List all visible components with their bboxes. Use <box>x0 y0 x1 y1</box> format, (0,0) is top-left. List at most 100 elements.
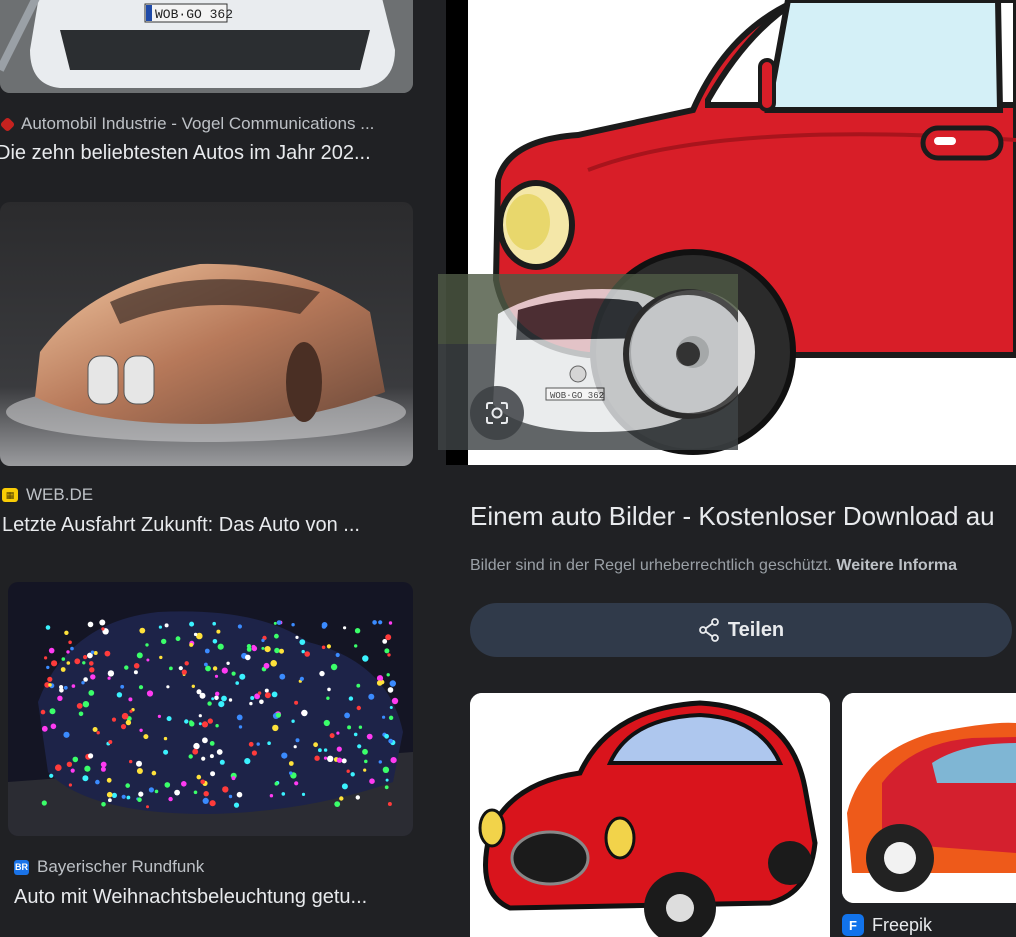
light-dot <box>219 759 225 765</box>
light-dot <box>154 789 159 794</box>
light-dot <box>378 760 382 764</box>
light-dot <box>364 759 368 764</box>
light-dot <box>61 657 66 661</box>
source-label: WEB.DE <box>26 485 94 504</box>
light-dot <box>288 761 294 766</box>
light-dot <box>66 661 71 665</box>
light-dot <box>70 768 75 773</box>
result-image-2[interactable] <box>0 202 413 466</box>
light-dot <box>178 666 183 671</box>
light-dot <box>369 778 375 784</box>
light-dot <box>259 699 264 705</box>
light-dot <box>341 783 348 790</box>
light-dot <box>136 760 142 767</box>
light-dot <box>88 753 94 759</box>
lens-icon[interactable] <box>470 386 524 440</box>
light-dot <box>330 663 338 671</box>
light-dot <box>291 623 295 627</box>
preview-title[interactable]: Einem auto Bilder - Kostenloser Download… <box>470 501 995 532</box>
result-source-3[interactable]: BR Bayerischer Rundfunk <box>14 857 204 877</box>
light-dot <box>88 690 95 696</box>
light-dot <box>181 669 187 675</box>
light-dot <box>164 782 171 788</box>
light-dot <box>301 649 305 654</box>
light-dot <box>249 701 253 706</box>
light-dot <box>384 785 389 790</box>
result-source-1[interactable]: Automobil Industrie - Vogel Communicatio… <box>0 114 374 134</box>
light-dot <box>327 755 334 762</box>
light-dot <box>343 626 347 630</box>
light-dot <box>387 802 392 806</box>
light-dot <box>326 696 330 700</box>
light-dot <box>301 792 306 796</box>
light-dot <box>389 706 393 709</box>
result-title-3[interactable]: Auto mit Weihnachtsbeleuchtung getu... <box>14 886 406 909</box>
light-dot <box>372 620 377 625</box>
result-image-1[interactable]: WOB·GO 362 <box>0 0 413 93</box>
light-dot <box>271 691 278 698</box>
light-dot <box>63 685 68 690</box>
light-dot <box>304 651 311 657</box>
light-dot <box>104 650 111 657</box>
light-dot <box>274 647 280 654</box>
light-dot <box>348 696 354 701</box>
light-dot <box>189 720 193 725</box>
light-dot <box>329 733 335 739</box>
result-image-3[interactable] <box>8 582 413 836</box>
light-dot <box>204 648 210 654</box>
light-dot <box>350 772 355 777</box>
light-dot <box>107 676 111 680</box>
light-dot <box>274 781 279 786</box>
light-dot <box>68 640 72 645</box>
source-label: Automobil Industrie - Vogel Communicatio… <box>21 114 375 133</box>
light-dot <box>384 648 390 654</box>
light-dot <box>264 692 271 699</box>
light-dot <box>323 719 330 727</box>
light-dot <box>212 639 218 644</box>
light-dot <box>204 662 208 667</box>
light-dot <box>289 771 293 775</box>
light-dot <box>216 629 221 634</box>
result-title-2[interactable]: Letzte Ausfahrt Zukunft: Das Auto von ..… <box>2 514 406 537</box>
light-dot <box>84 765 91 772</box>
light-dot <box>294 781 299 786</box>
light-dot <box>66 650 70 654</box>
light-dot <box>293 745 297 749</box>
result-title-1[interactable]: Die zehn beliebtesten Autos im Jahr 202.… <box>0 142 406 165</box>
light-dot <box>71 684 76 688</box>
light-dot <box>203 791 209 797</box>
light-dot <box>256 742 260 746</box>
light-dot <box>59 685 64 690</box>
result-source-2[interactable]: ▦ WEB.DE <box>2 485 93 505</box>
light-dot <box>384 733 389 739</box>
light-dot <box>299 639 306 645</box>
light-dot <box>174 789 181 796</box>
light-dot <box>323 756 328 760</box>
light-dot <box>389 680 396 687</box>
related-image-2[interactable] <box>842 693 1016 903</box>
light-dot <box>81 681 85 685</box>
light-dot <box>145 643 149 647</box>
light-dot <box>191 684 195 688</box>
light-dot <box>356 683 361 688</box>
related-source-2[interactable]: F Freepik <box>842 914 932 936</box>
light-dot <box>106 777 112 783</box>
share-button[interactable]: Teilen <box>470 603 1012 657</box>
light-dot <box>78 711 84 717</box>
light-dot <box>250 696 255 700</box>
light-dot <box>301 709 308 717</box>
light-dot <box>201 756 206 761</box>
more-info-link[interactable]: Weitere Informa <box>836 557 957 574</box>
light-dot <box>128 697 133 702</box>
light-dot <box>193 632 198 637</box>
light-dot <box>41 725 48 732</box>
light-dot <box>273 621 277 625</box>
light-dot <box>336 731 340 735</box>
light-dot <box>74 658 81 665</box>
related-image-1[interactable] <box>470 693 830 937</box>
light-dot <box>49 708 56 715</box>
light-dot <box>261 646 265 650</box>
light-dot <box>207 718 213 724</box>
light-dot <box>279 673 286 680</box>
light-dot <box>347 725 352 730</box>
